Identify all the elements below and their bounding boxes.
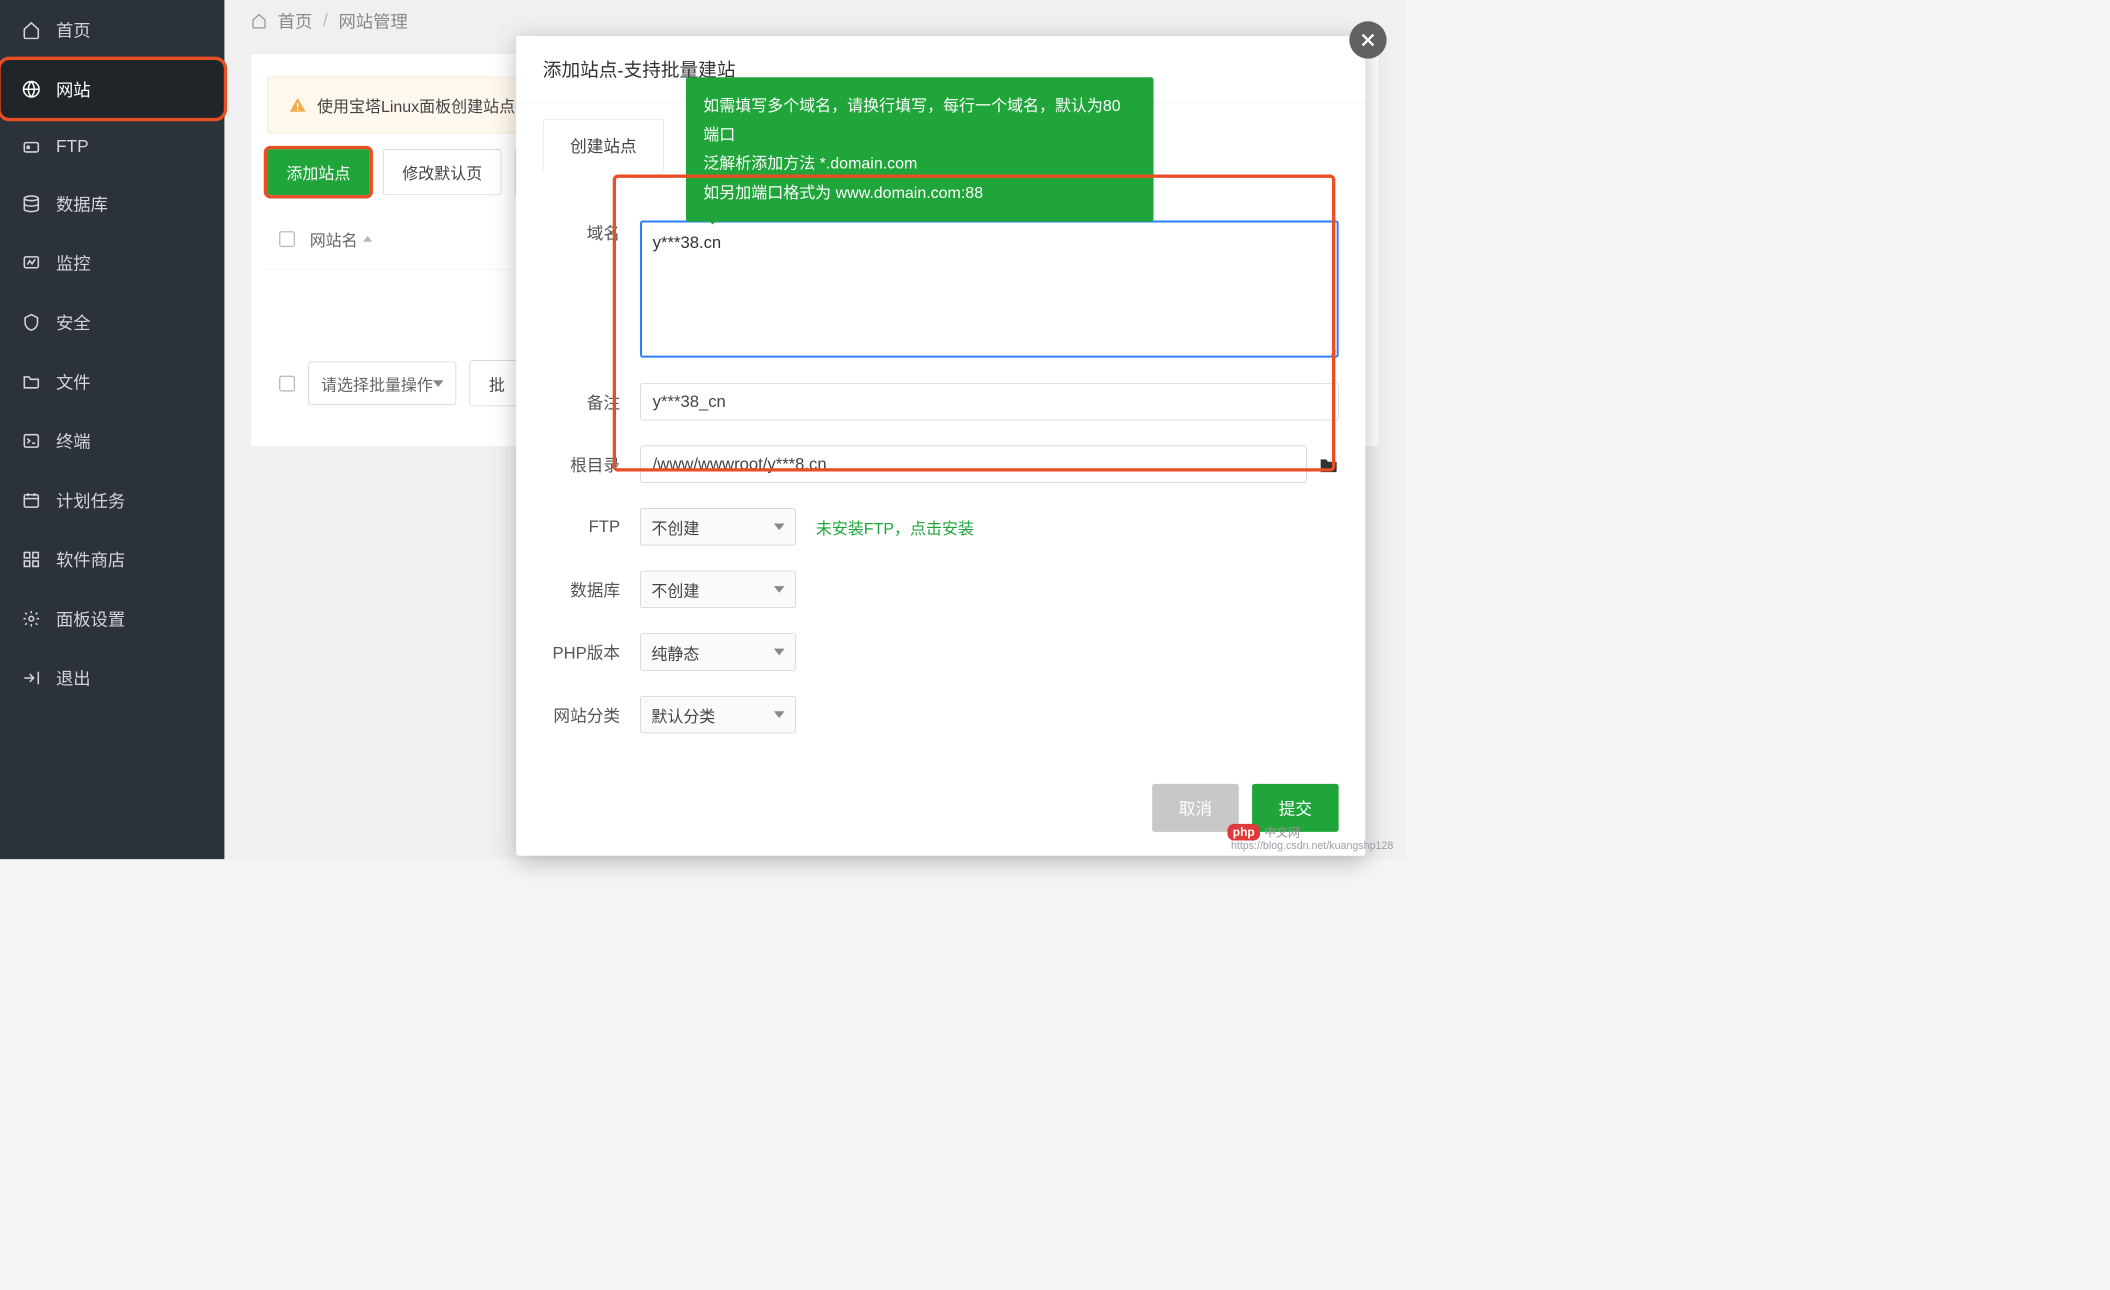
row-ftp: FTP 不创建 未安装FTP，点击安装	[543, 508, 1339, 545]
row-remark: 备注	[543, 383, 1339, 420]
db-select[interactable]: 不创建	[640, 571, 796, 608]
domain-tooltip: 如需填写多个域名，请换行填写，每行一个域名，默认为80端口 泛解析添加方法 *.…	[686, 77, 1154, 221]
row-php: PHP版本 纯静态	[543, 633, 1339, 670]
chevron-down-icon	[774, 586, 785, 593]
label-remark: 备注	[543, 390, 640, 414]
ftp-install-link[interactable]: 未安装FTP，点击安装	[816, 515, 974, 538]
watermark-badge: php 中文网	[1227, 823, 1300, 840]
ftp-select[interactable]: 不创建	[640, 508, 796, 545]
label-category: 网站分类	[543, 703, 640, 727]
cancel-button[interactable]: 取消	[1152, 784, 1239, 832]
chevron-down-icon	[774, 523, 785, 530]
row-category: 网站分类 默认分类	[543, 696, 1339, 733]
remark-input[interactable]	[640, 383, 1339, 420]
php-select[interactable]: 纯静态	[640, 633, 796, 670]
close-icon	[1359, 31, 1378, 50]
chevron-down-icon	[774, 711, 785, 718]
chevron-down-icon	[774, 649, 785, 656]
browse-folder-icon[interactable]	[1319, 456, 1339, 472]
row-root: 根目录	[543, 446, 1339, 483]
tab-create-site[interactable]: 创建站点	[543, 119, 664, 171]
label-root: 根目录	[543, 452, 640, 476]
domain-textarea[interactable]	[640, 220, 1339, 357]
label-php: PHP版本	[543, 640, 640, 664]
root-input[interactable]	[640, 446, 1307, 483]
row-db: 数据库 不创建	[543, 571, 1339, 608]
label-domain: 域名	[543, 220, 640, 244]
form-area: 域名 备注 根目录 FTP 不创建 未安装FTP，点击安装 数据库	[516, 220, 1365, 759]
close-button[interactable]	[1349, 21, 1386, 58]
watermark-url: https://blog.csdn.net/kuangshp128	[1231, 840, 1393, 852]
label-ftp: FTP	[543, 517, 640, 536]
row-domain: 域名	[543, 220, 1339, 357]
category-select[interactable]: 默认分类	[640, 696, 796, 733]
label-db: 数据库	[543, 577, 640, 601]
